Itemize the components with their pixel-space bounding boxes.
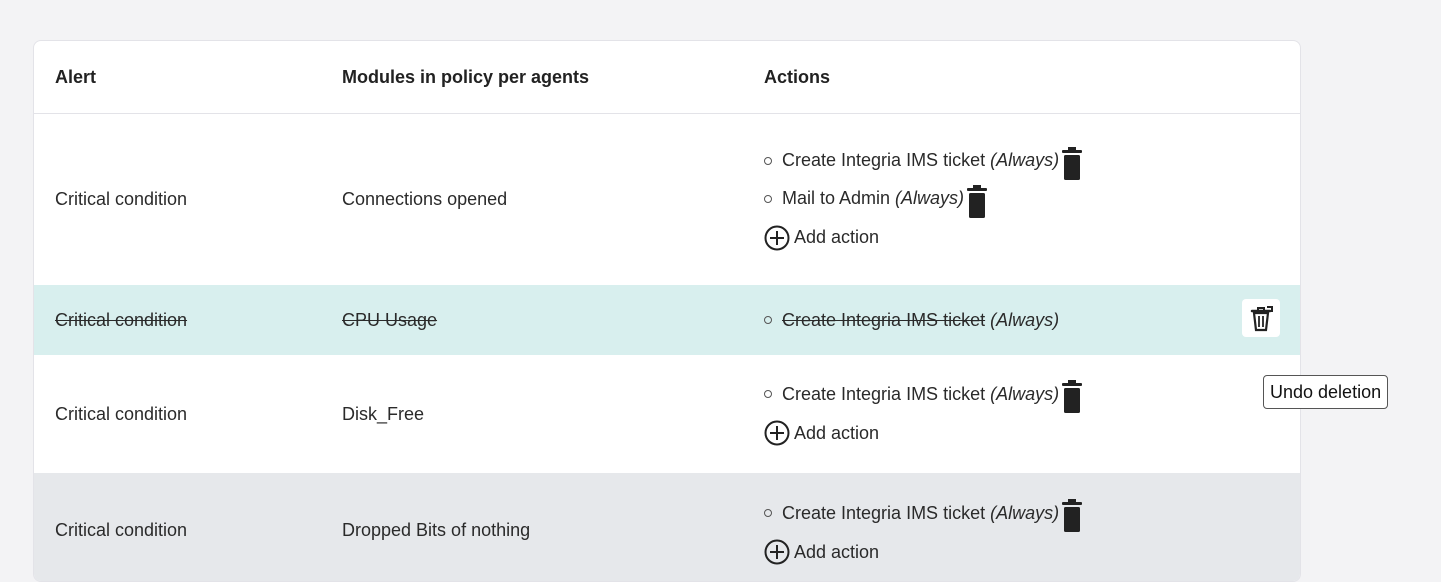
action-item: Create Integria IMS ticket (Always) <box>764 301 1059 339</box>
table-row: Critical condition Dropped Bits of nothi… <box>34 473 1300 581</box>
plus-circle-icon <box>764 539 790 565</box>
table-row: Critical condition Disk_Free Create Inte… <box>34 355 1300 473</box>
undo-deletion-button[interactable] <box>1242 299 1280 337</box>
bullet-icon <box>764 194 772 203</box>
action-item: Mail to Admin (Always) <box>764 180 988 218</box>
alerts-table: Alert Modules in policy per agents Actio… <box>33 40 1301 582</box>
action-frequency: (Always) <box>990 150 1060 170</box>
bullet-icon <box>764 156 772 165</box>
add-action-label: Add action <box>794 227 880 247</box>
alert-cell: Critical condition <box>55 519 188 540</box>
trash-icon[interactable] <box>1061 498 1083 534</box>
header-modules[interactable]: Modules in policy per agents <box>342 41 762 113</box>
action-item: Create Integria IMS ticket (Always) <box>764 494 1083 532</box>
table-header: Alert Modules in policy per agents Actio… <box>34 41 1300 114</box>
add-action-button[interactable]: Add action <box>764 218 879 258</box>
action-name: Create Integria IMS ticket <box>782 383 986 404</box>
table-row: Critical condition Connections opened Cr… <box>34 114 1300 285</box>
table-row-deleted: Critical condition CPU Usage Create Inte… <box>34 285 1300 355</box>
action-name: Mail to Admin <box>782 188 891 208</box>
action-item: Create Integria IMS ticket (Always) <box>764 142 1083 180</box>
alert-cell: Critical condition <box>55 189 188 209</box>
action-name: Create Integria IMS ticket <box>782 502 986 523</box>
alert-cell-wrap: Critical condition <box>55 285 335 355</box>
add-action-button[interactable]: Add action <box>764 532 879 572</box>
action-item: Create Integria IMS ticket (Always) <box>764 375 1083 413</box>
actions-cell: Create Integria IMS ticket (Always) Mail… <box>764 114 1244 285</box>
action-frequency: (Always) <box>990 309 1060 330</box>
module-cell-wrap: CPU Usage <box>342 285 762 355</box>
action-frequency: (Always) <box>990 383 1060 404</box>
module-cell: Connections opened <box>342 189 508 209</box>
action-name: Create Integria IMS ticket <box>782 150 986 170</box>
bullet-icon <box>764 390 772 398</box>
module-cell: CPU Usage <box>342 309 438 330</box>
add-action-button[interactable]: Add action <box>764 413 879 453</box>
action-frequency: (Always) <box>990 502 1060 523</box>
action-frequency: (Always) <box>895 188 965 208</box>
undo-trash-icon <box>1250 306 1273 332</box>
add-action-label: Add action <box>794 541 880 562</box>
trash-icon[interactable] <box>1061 379 1083 415</box>
header-actions: Actions <box>764 41 1244 113</box>
undo-deletion-tooltip: Undo deletion <box>1263 375 1389 409</box>
trash-icon[interactable] <box>966 184 988 220</box>
module-cell: Disk_Free <box>342 403 425 424</box>
add-action-label: Add action <box>794 422 880 443</box>
action-name: Create Integria IMS ticket <box>782 309 986 330</box>
actions-cell: Create Integria IMS ticket (Always) <box>764 285 1244 355</box>
plus-circle-icon <box>764 225 790 250</box>
actions-cell: Create Integria IMS ticket (Always) Add … <box>764 473 1244 581</box>
trash-icon[interactable] <box>1061 146 1083 182</box>
bullet-icon <box>764 509 772 517</box>
alert-cell: Critical condition <box>55 403 188 424</box>
module-cell: Dropped Bits of nothing <box>342 519 531 540</box>
actions-cell: Create Integria IMS ticket (Always) Add … <box>764 355 1244 473</box>
header-alert[interactable]: Alert <box>55 41 335 113</box>
plus-circle-icon <box>764 420 790 446</box>
alert-cell: Critical condition <box>55 309 188 330</box>
header-actions-label[interactable]: Actions <box>764 67 830 88</box>
bullet-icon <box>764 316 772 324</box>
